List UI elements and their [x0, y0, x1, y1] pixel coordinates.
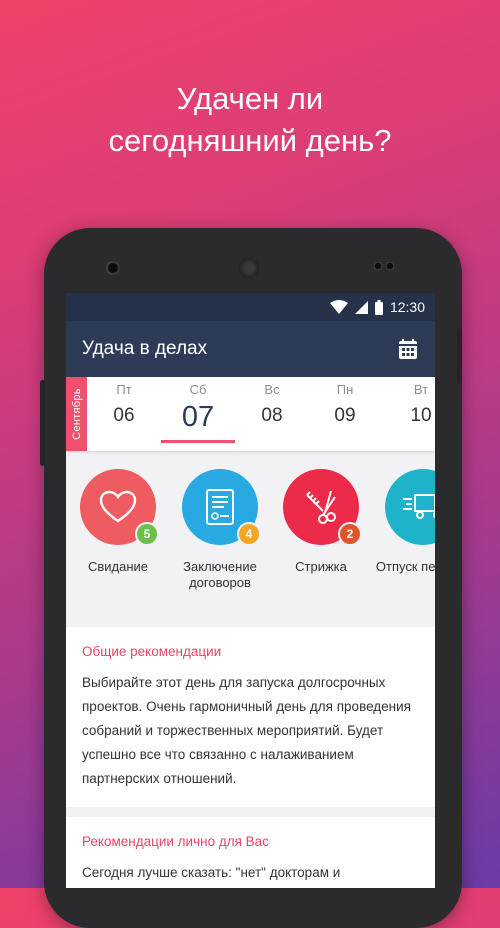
app-title: Удача в делах: [82, 338, 208, 359]
wifi-icon: [329, 300, 348, 314]
category-dating[interactable]: 5 Свидание: [66, 469, 173, 575]
day-number: 10: [410, 405, 432, 426]
section-text: Сегодня лучше сказать: "нет" докторам и: [82, 865, 341, 880]
headline-line-2: сегодняшний день?: [108, 123, 392, 158]
headline-line-1: Удачен ли: [176, 81, 324, 116]
day-number: 08: [261, 405, 283, 426]
day-number: 06: [113, 405, 135, 426]
general-recommendations-card: Общие рекомендации Выбирайте этот день д…: [66, 627, 435, 807]
contract-icon: [206, 489, 234, 525]
category-label: Стрижка: [295, 559, 347, 574]
sensor-dot: [386, 262, 394, 270]
day-of-week: Пт: [116, 382, 132, 397]
day-number: 09: [334, 405, 356, 426]
section-title: Общие рекомендации: [82, 644, 222, 659]
day-item[interactable]: Пт 06: [94, 377, 154, 427]
category-label: Отпуск переезд: [375, 559, 435, 574]
day-of-week: Пн: [336, 382, 354, 397]
status-time: 12:30: [389, 299, 425, 315]
section-title: Рекомендации лично для Вас: [82, 834, 269, 849]
power-button: [457, 328, 462, 384]
category-circle: [385, 469, 435, 545]
count-badge: 4: [237, 522, 261, 546]
signal-icon: [354, 300, 368, 314]
sensor-dot: [374, 262, 382, 270]
day-item[interactable]: Вс 08: [242, 377, 302, 427]
day-item[interactable]: Вт 10: [391, 377, 435, 427]
app-bar: Удача в делах: [66, 321, 435, 377]
count-badge: 5: [135, 522, 159, 546]
app-screen: 12:30 Удача в делах Сентябрь Пт 06 Сб 07: [66, 293, 435, 888]
promo-headline: Удачен ли сегодняшний день?: [0, 78, 500, 162]
truck-icon: [403, 494, 435, 519]
personal-recommendations-card: Рекомендации лично для Вас Сегодня лучше…: [66, 817, 435, 888]
scissors-comb-icon: [306, 490, 336, 524]
front-camera: [106, 261, 120, 275]
day-of-week: Вс: [264, 382, 280, 397]
category-label: Заключение договоров: [183, 559, 257, 590]
volume-button: [40, 380, 45, 466]
category-contracts[interactable]: 4 Заключение договоров: [165, 469, 275, 591]
month-tab: Сентябрь: [66, 377, 87, 451]
status-bar: 12:30: [66, 293, 435, 321]
date-strip: Сентябрь Пт 06 Сб 07 Вс 08 Пн 09 Вт 10: [66, 377, 435, 451]
selected-day-indicator: [161, 440, 235, 443]
category-circle: 4: [182, 469, 261, 546]
heart-icon: [99, 490, 137, 523]
category-label: Свидание: [87, 559, 149, 574]
battery-icon: [374, 299, 383, 315]
day-of-week: Сб: [189, 382, 207, 397]
day-item-selected[interactable]: Сб 07: [161, 377, 235, 443]
category-haircut[interactable]: 2 Стрижка: [266, 469, 376, 575]
count-badge: 2: [338, 522, 362, 546]
day-number: 07: [181, 401, 215, 433]
earpiece-speaker: [239, 258, 259, 278]
month-label: Сентябрь: [70, 388, 83, 440]
calendar-icon[interactable]: [399, 339, 417, 359]
section-text: Выбирайте этот день для запуска долгосро…: [82, 675, 411, 786]
category-circle: 5: [80, 469, 159, 546]
category-vacation-move[interactable]: Отпуск переезд: [368, 469, 435, 575]
category-circle: 2: [283, 469, 362, 546]
day-item[interactable]: Пн 09: [315, 377, 375, 427]
day-of-week: Вт: [413, 382, 429, 397]
category-row: 5 Свидание 4 Заключение договоров 2 Стри…: [66, 451, 435, 627]
